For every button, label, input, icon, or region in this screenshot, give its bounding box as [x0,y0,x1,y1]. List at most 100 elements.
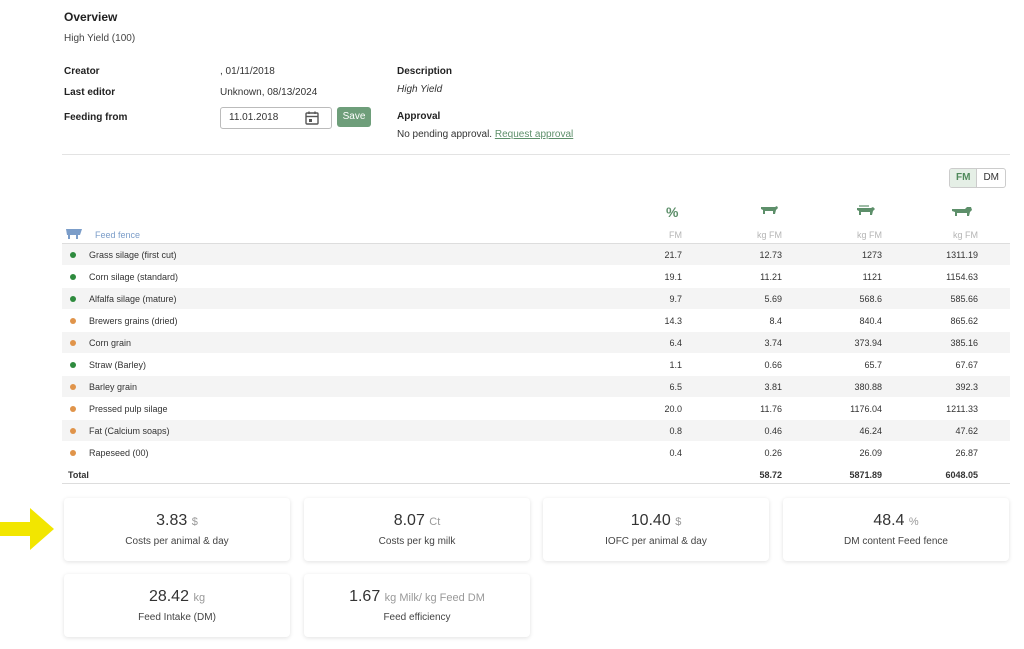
table-row[interactable]: Alfalfa silage (mature) 9.7 5.69 568.6 585.6… [62,288,1010,310]
kpi-label: Costs per kg milk [378,536,456,547]
kpi-unit: $ [191,516,198,528]
feed-type-dot [70,274,76,280]
feeding-from-label: Feeding from [64,112,128,123]
request-approval-link[interactable]: Request approval [495,129,573,140]
kpi-unit: % [908,516,919,528]
description-label: Description [397,66,453,77]
per-mixer-value: 26.87 [955,448,978,458]
percent-value: 21.7 [664,250,682,260]
highlight-arrow-icon [0,508,54,550]
calendar-icon[interactable] [304,110,320,126]
feed-type-dot [70,296,76,302]
approval-label: Approval [397,111,441,122]
per-group-value: 840.4 [859,316,882,326]
kpi-value-line: 8.07 Ct [304,512,530,530]
per-mixer-value: 1154.63 [946,272,978,282]
percent-value: 0.8 [669,426,682,436]
per-mixer-value: 67.67 [955,360,978,370]
table-row[interactable]: Straw (Barley) 1.1 0.66 65.7 67.67 [62,354,1010,376]
percent-value: 6.5 [669,382,682,392]
approval-text: No pending approval. [397,129,493,140]
kpi-value-line: 3.83 $ [64,512,290,530]
feed-name: Alfalfa silage (mature) [89,294,177,304]
feed-fence-label: Feed fence [95,230,141,240]
per-mixer-value: 865.62 [950,316,978,326]
feed-type-dot [70,340,76,346]
percent-value: 9.7 [669,294,682,304]
total-per-mixer: 6048.05 [945,470,978,480]
truck-icon [952,207,972,216]
percent-value: 14.3 [664,316,682,326]
creator-label: Creator [64,66,100,77]
table-row[interactable]: Pressed pulp silage 20.0 11.76 1176.04 1211.… [62,398,1010,420]
table-row[interactable]: Corn silage (standard) 19.1 11.21 1121 1154.… [62,266,1010,288]
per-group-value: 1121 [862,272,882,282]
feed-type-dot [70,362,76,368]
total-per-animal: 58.72 [759,470,782,480]
percent-header-icon: % [666,204,679,220]
feed-name: Pressed pulp silage [89,404,168,414]
percent-value: 0.4 [669,448,682,458]
per-group-value: 26.09 [859,448,882,458]
per-animal-value: 12.73 [759,250,782,260]
per-animal-value: 3.74 [764,338,782,348]
feed-fence-icon [66,229,82,239]
total-per-group: 5871.89 [849,470,882,480]
table-row[interactable]: Rapeseed (00) 0.4 0.26 26.09 26.87 [62,442,1010,464]
per-group-value: 1273 [861,250,882,260]
table-row[interactable]: Corn grain 6.4 3.74 373.94 385.16 [62,332,1010,354]
kpi-card: 3.83 $ Costs per animal & day [64,498,290,561]
per-group-value: 65.7 [864,360,882,370]
last-editor-value: Unknown, 08/13/2024 [220,87,318,98]
unit-header-truck: kg FM [952,230,978,240]
description-value: High Yield [397,84,443,95]
table-row[interactable]: Grass silage (first cut) 21.7 12.73 1273 131… [62,244,1010,266]
kpi-value-line: 28.42 kg [64,588,290,606]
per-animal-value: 0.46 [764,426,782,436]
kpi-label: Feed Intake (DM) [138,612,216,623]
ration-table: Grass silage (first cut) 21.7 12.73 1273 131… [62,244,1010,484]
cow-icon [761,206,778,214]
per-mixer-value: 1211.33 [946,404,978,414]
per-group-value: 380.88 [854,382,882,392]
kpi-card: 48.4 % DM content Feed fence [783,498,1009,561]
kpi-unit: Ct [429,516,441,528]
kpi-unit: kg [193,592,206,604]
table-row[interactable]: Barley grain 6.5 3.81 380.88 392.3 [62,376,1010,398]
table-row[interactable]: Brewers grains (dried) 14.3 8.4 840.4 865.62 [62,310,1010,332]
kpi-value: 1.67 [349,588,381,605]
kpi-card: 8.07 Ct Costs per kg milk [304,498,530,561]
percent-value: 19.1 [664,272,682,282]
feed-name: Corn silage (standard) [89,272,179,282]
kpi-label: Feed efficiency [383,612,451,623]
section-divider [62,154,1010,155]
unit-header-percent: FM [669,230,682,240]
kpi-unit: $ [675,516,682,528]
per-group-value: 568.6 [859,294,882,304]
feed-type-dot [70,406,76,412]
per-animal-value: 0.26 [764,448,782,458]
toggle-fm[interactable]: FM [950,169,978,187]
unit-header-cow: kg FM [756,230,782,240]
feed-name: Straw (Barley) [89,360,147,370]
percent-value: 6.4 [669,338,682,348]
kpi-label: IOFC per animal & day [605,536,707,547]
herd-icon [857,205,875,215]
kpi-value: 3.83 [156,512,188,529]
table-total-row: Total 58.72 5871.89 6048.05 [62,464,1010,484]
kpi-value-line: 1.67 kg Milk/ kg Feed DM [304,588,530,606]
unit-header-herd: kg FM [856,230,882,240]
per-mixer-value: 385.16 [950,338,978,348]
table-row[interactable]: Fat (Calcium soaps) 0.8 0.46 46.24 47.62 [62,420,1010,442]
per-animal-value: 8.4 [769,316,782,326]
per-animal-value: 11.76 [760,404,782,414]
save-button[interactable]: Save [337,107,371,127]
toggle-dm[interactable]: DM [977,169,1005,187]
per-group-value: 46.24 [859,426,882,436]
fm-dm-toggle[interactable]: FM DM [949,168,1007,188]
total-label: Total [68,470,89,480]
kpi-value-line: 10.40 $ [543,512,769,530]
feed-name: Corn grain [89,338,132,348]
kpi-unit: kg Milk/ kg Feed DM [384,592,485,604]
feed-name: Brewers grains (dried) [89,316,178,326]
